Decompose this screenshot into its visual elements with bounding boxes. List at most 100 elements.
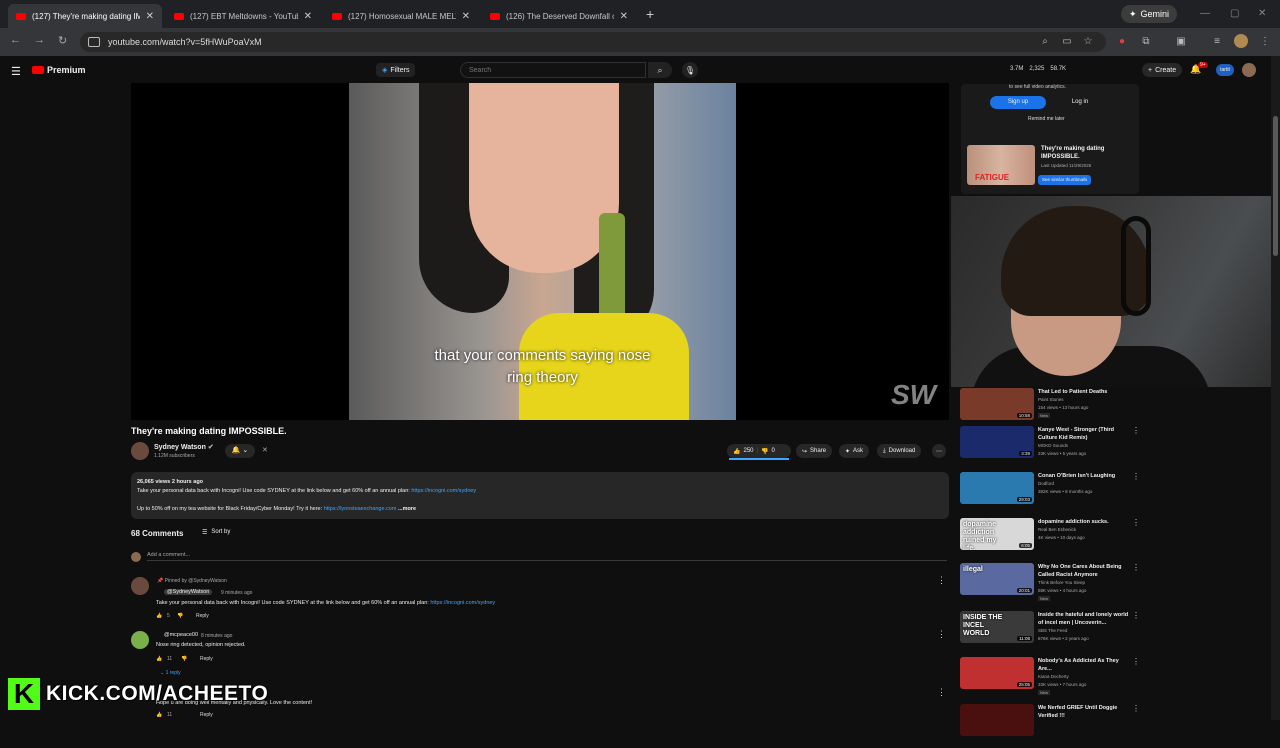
reply-button[interactable]: Reply [200, 712, 213, 718]
add-comment-input[interactable]: Add a comment... [147, 552, 947, 561]
recommended-video[interactable]: illegal 20:01 Why No One Cares About Being… [960, 563, 1140, 607]
video-thumbnail[interactable]: INSIDE THE INCEL WORLD 11:08 [960, 611, 1034, 643]
close-window-icon[interactable]: ✕ [1258, 8, 1266, 19]
comment-author[interactable]: @SydneyWatson [164, 589, 213, 595]
channel-name[interactable]: Paint Stories [1038, 397, 1064, 402]
cast-icon[interactable]: ▭ [1060, 34, 1074, 48]
comment-menu-icon[interactable]: ⋮ [937, 687, 946, 698]
channel-name[interactable]: SBS The Feed [1038, 628, 1067, 633]
download-button[interactable]: ⤓ Download [877, 444, 922, 458]
video-thumbnail[interactable]: 25:05 [960, 657, 1034, 689]
account-chip[interactable]: tartit [1216, 64, 1234, 76]
comment-link[interactable]: https://incogni.com/sydney [430, 600, 495, 606]
close-tab-icon[interactable]: ✕ [146, 11, 154, 22]
omnibox[interactable]: youtube.com/watch?v=5fHWuPoaVxM [80, 32, 1106, 52]
video-title[interactable]: Nobody's As Addicted As They Are... [1038, 657, 1130, 673]
sign-up-button[interactable]: Sign up [990, 96, 1046, 109]
reply-button[interactable]: Reply [196, 613, 209, 619]
maximize-icon[interactable]: ▢ [1230, 8, 1239, 19]
recommended-video[interactable]: INSIDE THE INCEL WORLD 11:08 Inside the ha… [960, 611, 1140, 655]
video-thumbnail[interactable]: illegal 20:01 [960, 563, 1034, 595]
subscribed-bell-button[interactable]: 🔔 ⌄ [225, 444, 255, 458]
reading-list-icon[interactable]: ≡ [1210, 34, 1224, 48]
more-actions-icon[interactable]: ⋯ [932, 444, 946, 458]
comment-time[interactable]: 8 minutes ago [201, 633, 232, 639]
video-title[interactable]: We Nerfed GRIEF Until Doggie Verified !!… [1038, 704, 1130, 720]
scrollbar[interactable] [1271, 56, 1280, 720]
video-menu-icon[interactable]: ⋮ [1132, 563, 1140, 572]
channel-name[interactable]: Kiana Docherty [1038, 674, 1069, 679]
comment-like-icon[interactable]: 👍 [156, 613, 162, 619]
sort-by-button[interactable]: ☰ Sort by [202, 529, 230, 536]
profile-avatar[interactable] [1234, 34, 1248, 48]
video-menu-icon[interactable]: ⋮ [1132, 611, 1140, 620]
video-title[interactable]: Why No One Cares About Being Called Raci… [1038, 563, 1130, 579]
video-menu-icon[interactable]: ⋮ [1132, 426, 1140, 435]
video-title[interactable]: Inside the hateful and lonely world of i… [1038, 611, 1130, 627]
video-thumbnail[interactable]: dopamine addiction ruined my life. 6:05 [960, 518, 1034, 550]
description-link[interactable]: https://lyonsteaexchange.com [324, 506, 397, 512]
channel-name[interactable]: Dodford [1038, 481, 1054, 486]
comment-avatar[interactable] [131, 577, 149, 595]
scrollbar-thumb[interactable] [1273, 116, 1278, 256]
channel-name[interactable]: Real Ben Eshenick [1038, 527, 1076, 532]
description-box[interactable]: 26,065 views 2 hours ago Take your perso… [131, 472, 949, 519]
hamburger-menu-icon[interactable]: ☰ [11, 65, 21, 78]
comment-dislike-icon[interactable]: 👎 [177, 613, 183, 619]
video-thumbnail[interactable]: 10:58 [960, 388, 1034, 420]
gemini-button[interactable]: ✦ Gemini [1121, 5, 1178, 23]
channel-name[interactable]: Think Before You Sleep [1038, 580, 1085, 585]
log-in-button[interactable]: Log in [1060, 96, 1100, 109]
create-button[interactable]: + Create [1142, 63, 1183, 77]
comment-menu-icon[interactable]: ⋮ [937, 629, 946, 640]
video-menu-icon[interactable]: ⋮ [1132, 518, 1140, 527]
bookmark-star-icon[interactable]: ☆ [1081, 34, 1095, 48]
recommended-video[interactable]: 25:05 Nobody's As Addicted As They Are...… [960, 657, 1140, 701]
channel-watermark[interactable]: SW [891, 379, 936, 411]
recommended-video[interactable]: We Nerfed GRIEF Until Doggie Verified !!… [960, 704, 1140, 748]
video-title[interactable]: Conan O'Brien Isn't Laughing [1038, 472, 1130, 480]
avatar[interactable] [1242, 63, 1256, 77]
thumbs-down-icon[interactable]: 👎 [761, 448, 768, 455]
close-tab-icon[interactable]: ✕ [462, 11, 470, 22]
recommended-video[interactable]: dopamine addiction ruined my life. 6:05 do… [960, 518, 1140, 562]
extension-record-icon[interactable]: ● [1115, 34, 1129, 48]
description-link[interactable]: https://incogni.com/sydney [411, 488, 476, 494]
zoom-icon[interactable]: ⌕ [1038, 34, 1052, 48]
recommended-video[interactable]: 3:39 Kanye West - Stronger (Third Culture… [960, 426, 1140, 470]
video-player[interactable]: that your comments saying nose ring theo… [131, 83, 949, 420]
comment-author[interactable]: @mcpeace00 [164, 632, 198, 638]
comment-time[interactable]: 9 minutes ago [221, 590, 252, 596]
tab-male-melt[interactable]: (127) Homosexual MALE MELT ✕ [324, 4, 478, 28]
tab-current[interactable]: (127) They're making dating IMP ✕ [8, 4, 162, 28]
video-thumbnail[interactable] [960, 704, 1034, 736]
recommended-video[interactable]: 29:03 Conan O'Brien Isn't Laughing Dodford… [960, 472, 1140, 516]
comment-menu-icon[interactable]: ⋮ [937, 575, 946, 586]
back-icon[interactable]: ← [10, 34, 21, 46]
video-title[interactable]: Kanye West - Stronger (Third Culture Kid… [1038, 426, 1130, 442]
channel-name[interactable]: MGKD Sounds [1038, 443, 1068, 448]
dislike-count[interactable]: 0 [772, 448, 775, 454]
comment-like-icon[interactable]: 👍 [156, 656, 162, 662]
video-title[interactable]: That Led to Patient Deaths [1038, 388, 1130, 396]
tab-search-icon[interactable]: ▣ [1174, 34, 1188, 48]
view-replies-button[interactable]: ⌄ 1 reply [160, 670, 181, 676]
site-info-icon[interactable] [88, 37, 100, 47]
tab-ebt-meltdowns[interactable]: (127) EBT Meltdowns - YouTube ✕ [166, 4, 320, 28]
youtube-logo[interactable]: Premium [32, 65, 86, 75]
comment-dislike-icon[interactable]: 👎 [181, 656, 187, 662]
share-button[interactable]: ↪ Share [796, 444, 833, 458]
ask-button[interactable]: ✦ Ask [839, 444, 870, 458]
remind-later-button[interactable]: Remind me later [1028, 116, 1065, 122]
like-count[interactable]: 250 [743, 448, 753, 454]
reply-button[interactable]: Reply [200, 656, 213, 662]
forward-icon[interactable]: → [34, 34, 45, 46]
new-tab-button[interactable]: + [646, 6, 654, 22]
comment-like-icon[interactable]: 👍 [156, 712, 162, 718]
comment-avatar[interactable] [131, 631, 149, 649]
close-tab-icon[interactable]: ✕ [620, 11, 628, 22]
video-menu-icon[interactable]: ⋮ [1132, 704, 1140, 713]
browser-menu-icon[interactable]: ⋮ [1258, 34, 1272, 48]
video-title[interactable]: dopamine addiction sucks. [1038, 518, 1130, 526]
tab-deserved-downfall[interactable]: (126) The Deserved Downfall o ✕ [482, 4, 636, 28]
